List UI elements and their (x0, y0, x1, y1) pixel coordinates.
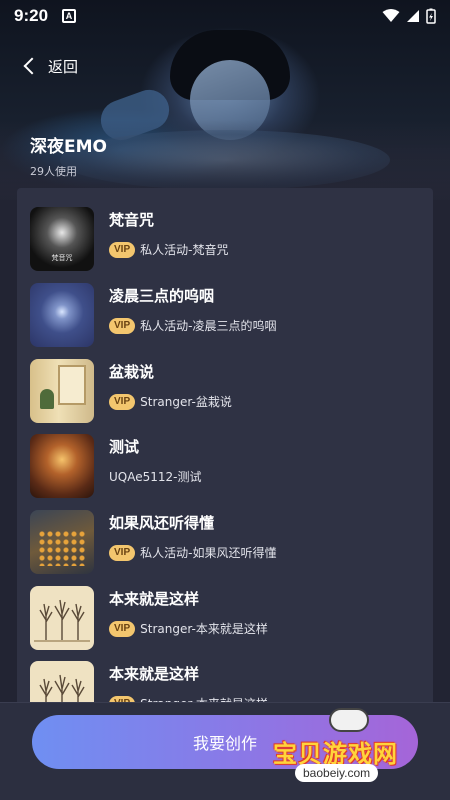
item-thumbnail (30, 359, 94, 423)
watermark: 宝贝游戏网 baobeiy.com (273, 700, 423, 790)
page-title: 深夜EMO (30, 137, 107, 157)
vip-badge: VIP (109, 241, 136, 258)
list-item[interactable]: 测试 UQAe5112-测试 (30, 434, 420, 500)
item-thumbnail (30, 283, 94, 347)
status-time: 9:20 (14, 6, 49, 25)
usage-count: 29人使用 (30, 165, 77, 178)
app-screen: 9:20 A 返回 深夜EMO 29人使用 梵音咒 梵音咒 VIP 私人活动-梵… (0, 0, 450, 800)
watermark-url: baobeiy.com (295, 764, 379, 782)
list-item[interactable]: 本来就是这样 VIP Stranger-本来就是这样 (30, 586, 420, 652)
item-description: UQAe5112-测试 (109, 470, 202, 484)
item-description: 私人活动-凌晨三点的呜咽 (140, 319, 277, 333)
vip-badge: VIP (109, 317, 136, 334)
item-thumbnail: 梵音咒 (30, 207, 94, 271)
activity-list: 梵音咒 梵音咒 VIP 私人活动-梵音咒 凌晨三点的呜咽 VIP 私人活动-凌晨… (17, 188, 433, 728)
notification-icon: A (62, 9, 77, 23)
tree-icon (34, 599, 90, 642)
item-thumbnail (30, 434, 94, 498)
vip-badge: VIP (109, 620, 136, 637)
back-label: 返回 (48, 57, 79, 76)
list-item[interactable]: 盆栽说 VIP Stranger-盆栽说 (30, 359, 420, 425)
signal-icon (407, 10, 419, 22)
list-item[interactable]: 凌晨三点的呜咽 VIP 私人活动-凌晨三点的呜咽 (30, 283, 420, 349)
item-title: 本来就是这样 (109, 590, 200, 608)
item-description: Stranger-本来就是这样 (140, 622, 268, 636)
list-item[interactable]: 如果风还听得懂 VIP 私人活动-如果风还听得懂 (30, 510, 420, 576)
vip-badge: VIP (109, 544, 136, 561)
item-title: 盆栽说 (109, 363, 155, 381)
item-title: 凌晨三点的呜咽 (109, 287, 215, 305)
item-title: 如果风还听得懂 (109, 514, 215, 532)
item-title: 测试 (109, 438, 140, 456)
chevron-left-icon (23, 57, 41, 75)
item-thumbnail (30, 586, 94, 650)
item-thumbnail (30, 510, 94, 574)
battery-icon (426, 8, 436, 24)
thumbnail-caption: 梵音咒 (51, 254, 73, 262)
item-description: 私人活动-梵音咒 (140, 243, 229, 257)
list-item[interactable]: 梵音咒 梵音咒 VIP 私人活动-梵音咒 (30, 207, 420, 273)
wifi-icon (382, 9, 400, 22)
gamepad-icon (329, 708, 369, 732)
vip-badge: VIP (109, 393, 136, 410)
back-button[interactable]: 返回 (20, 52, 78, 80)
item-description: 私人活动-如果风还听得懂 (140, 546, 277, 560)
status-bar: 9:20 A (0, 0, 450, 32)
item-title: 梵音咒 (109, 211, 155, 229)
item-description: Stranger-盆栽说 (140, 395, 232, 409)
item-title: 本来就是这样 (109, 665, 200, 683)
